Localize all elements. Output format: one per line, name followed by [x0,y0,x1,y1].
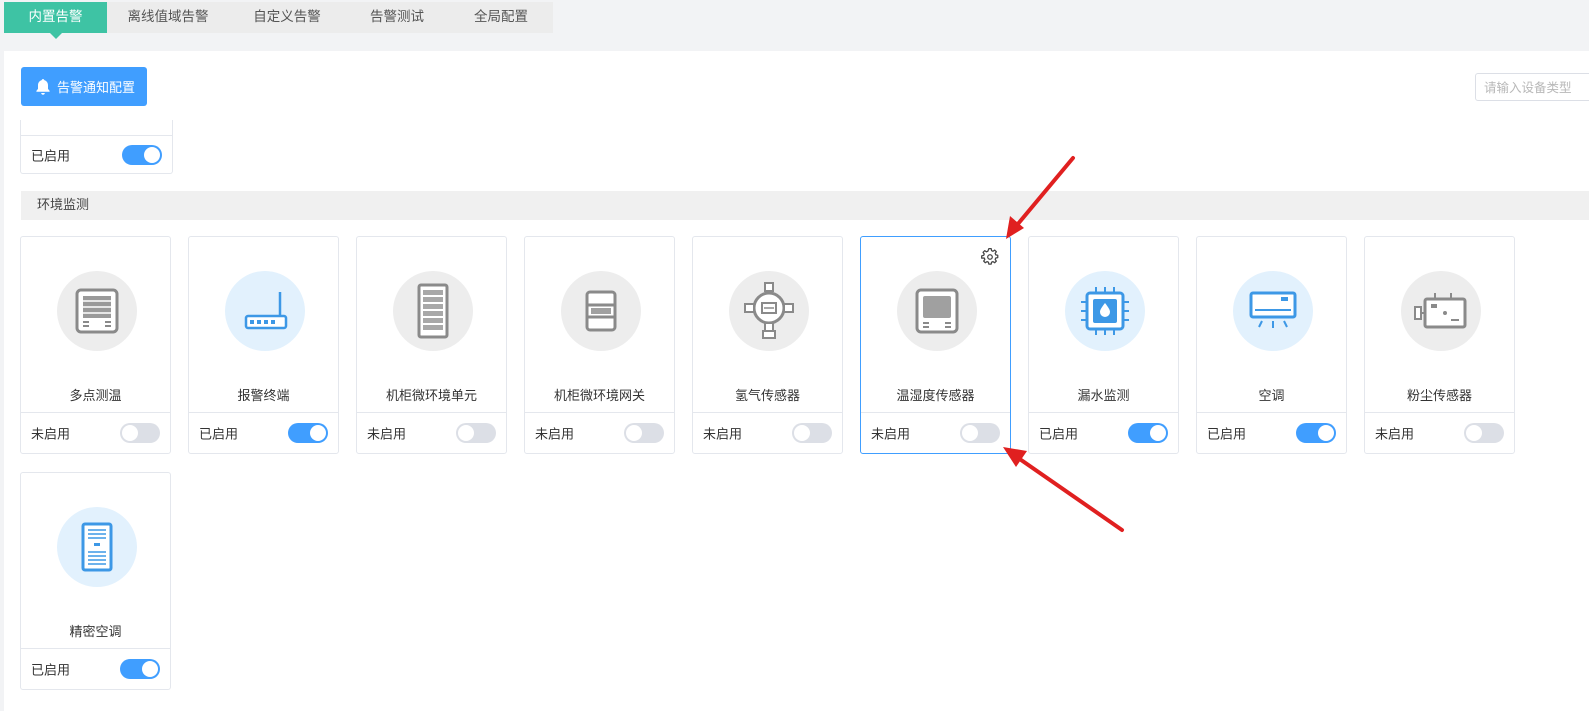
enable-switch[interactable] [624,423,664,443]
card-footer: 未启用 [21,412,170,453]
card-footer: 已启用 [1029,412,1178,453]
router-icon [244,292,288,330]
device-name: 精密空调 [69,625,122,640]
icon-circle [225,271,305,351]
icon-circle [57,507,137,587]
icon-circle [729,271,809,351]
section-header-environment: 环境监测 [21,191,1589,220]
hydrogen-sensor-icon [744,282,794,339]
card-footer: 未启用 [357,412,506,453]
device-name: 氢气传感器 [734,389,800,404]
device-card[interactable]: 机柜微环境单元 未启用 [356,236,507,454]
card-status: 已启用 [1207,427,1247,443]
device-name: 机柜微环境网关 [553,389,645,404]
tab-builtin-alarm[interactable]: 内置告警 [4,2,107,39]
device-name: 空调 [1258,389,1285,404]
icon-circle [1401,271,1481,351]
cabinet-gateway-icon [585,290,617,332]
card-footer: 已启用 [21,648,170,689]
temperature-humidity-sensor-icon [915,288,959,334]
gear-icon[interactable] [980,247,1000,267]
device-card[interactable]: 精密空调 已启用 [20,472,171,690]
enable-switch[interactable] [1128,423,1168,443]
icon-circle [1065,271,1145,351]
icon-circle [1233,271,1313,351]
device-name: 温湿度传感器 [896,389,975,404]
card-status: 已启用 [199,427,239,443]
card-status: 未启用 [703,427,743,443]
tab-custom-alarm[interactable]: 自定义告警 [229,2,345,33]
device-name: 漏水监测 [1077,389,1130,404]
card-status: 未启用 [1375,427,1415,443]
device-card[interactable]: 漏水监测 已启用 [1028,236,1179,454]
precision-air-conditioner-icon [81,522,113,572]
card-status: 未启用 [535,427,575,443]
card-footer: 已启用 [21,135,172,173]
card-status: 已启用 [31,149,71,164]
device-name: 机柜微环境单元 [385,389,477,404]
card-status: 未启用 [871,427,911,443]
tab-offline-range-alarm[interactable]: 离线值域告警 [107,2,229,33]
card-footer: 已启用 [189,412,338,453]
tab-alarm-test[interactable]: 告警测试 [345,2,449,33]
device-card[interactable]: 多点测温 未启用 [20,236,171,454]
tab-global-config[interactable]: 全局配置 [449,2,553,33]
device-card[interactable]: 粉尘传感器 未启用 [1364,236,1515,454]
card-footer: 未启用 [1365,412,1514,453]
enable-switch[interactable] [288,423,328,443]
device-name: 粉尘传感器 [1406,389,1472,404]
cabinet-unit-icon [417,283,449,339]
device-card[interactable]: 报警终端 已启用 [188,236,339,454]
enable-switch[interactable] [120,423,160,443]
card-status: 已启用 [1039,427,1079,443]
alarm-notify-config-button[interactable]: 告警通知配置 [21,67,147,106]
enable-switch[interactable] [122,144,162,165]
device-name: 多点测温 [69,389,122,404]
partial-device-card: 已启用 [20,120,173,174]
tab-bar: 内置告警 离线值域告警 自定义告警 告警测试 全局配置 [4,2,553,39]
device-card[interactable]: 氢气传感器 未启用 [692,236,843,454]
alarm-notify-config-label: 告警通知配置 [56,81,135,96]
card-status: 已启用 [31,663,71,679]
card-footer: 未启用 [693,412,842,453]
water-leak-icon [1081,287,1129,335]
icon-circle [561,271,641,351]
device-type-search-input[interactable] [1475,73,1589,101]
enable-switch[interactable] [456,423,496,443]
enable-switch[interactable] [120,659,160,679]
enable-switch[interactable] [1464,423,1504,443]
card-footer: 已启用 [1197,412,1346,453]
multipoint-thermometer-icon [75,288,119,334]
device-card-selected[interactable]: 温湿度传感器 未启用 [860,236,1011,454]
card-status: 未启用 [31,427,71,443]
card-footer: 未启用 [861,412,1010,453]
icon-circle [57,271,137,351]
icon-circle [897,271,977,351]
enable-switch[interactable] [1296,423,1336,443]
dust-sensor-icon [1414,293,1467,329]
card-status: 未启用 [367,427,407,443]
card-footer: 未启用 [525,412,674,453]
air-conditioner-icon [1249,291,1297,328]
device-card[interactable]: 空调 已启用 [1196,236,1347,454]
device-card[interactable]: 机柜微环境网关 未启用 [524,236,675,454]
enable-switch[interactable] [960,423,1000,443]
device-name: 报警终端 [237,389,290,404]
icon-circle [393,271,473,351]
enable-switch[interactable] [792,423,832,443]
bell-icon [36,78,50,95]
